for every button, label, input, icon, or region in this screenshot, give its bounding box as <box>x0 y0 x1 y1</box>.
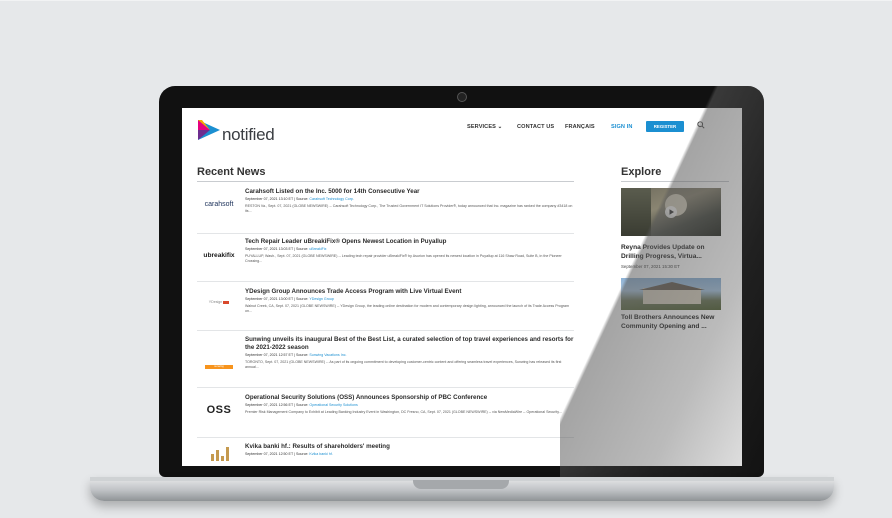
kvika-logo <box>197 447 241 466</box>
nav-sign-in[interactable]: SIGN IN <box>611 124 633 130</box>
play-icon[interactable] <box>665 206 677 218</box>
news-item[interactable]: Kvika banki hf.: Results of shareholders… <box>197 443 574 465</box>
nav-contact-us[interactable]: CONTACT US <box>517 124 554 130</box>
background <box>0 0 892 1</box>
carahsoft-logo: carahsoft <box>204 201 234 208</box>
explore-divider <box>621 181 729 182</box>
ydesign-logo: YDesign <box>197 300 241 304</box>
logo-text: notified <box>222 125 275 144</box>
news-meta: September 07, 2021 13:00 ET | Source: YD… <box>245 297 334 301</box>
chevron-down-icon: ⌄ <box>497 124 503 130</box>
news-meta: September 07, 2021 13:03 ET | Source: uB… <box>245 247 326 251</box>
news-date: September 07, 2021 13:10 ET | Source: <box>245 197 309 201</box>
search-icon[interactable] <box>697 121 705 129</box>
sunwing-logo-text: sunwing <box>205 365 233 369</box>
news-item[interactable]: sunwing Sunwing unveils its inaugural Be… <box>197 336 574 386</box>
explore-caption[interactable]: Reyna Provides Update on Drilling Progre… <box>621 243 725 261</box>
thumbnail-house <box>643 288 701 304</box>
news-source-link[interactable]: Carahsoft Technology Corp. <box>309 197 353 201</box>
explore-date: September 07, 2021 15:30 ET <box>621 264 680 269</box>
recent-news-divider <box>197 181 574 182</box>
sunwing-logo: sunwing <box>197 354 241 372</box>
news-source-link[interactable]: uBreakiFix <box>309 247 326 251</box>
explore-video-thumbnail[interactable] <box>621 188 721 236</box>
news-date: September 07, 2021 13:00 ET | Source: <box>245 297 309 301</box>
news-meta: September 07, 2021 12:50 ET | Source: Kv… <box>245 452 333 456</box>
news-source-link[interactable]: Operational Security Solutions <box>309 403 357 407</box>
register-button[interactable]: REGISTER <box>646 121 684 132</box>
news-date: September 07, 2021 12:56 ET | Source: <box>245 403 309 407</box>
news-summary: Walnut Creek, CA, Sept. 07, 2021 (GLOBE … <box>245 304 570 314</box>
news-meta: September 07, 2021 12:56 ET | Source: Op… <box>245 403 358 407</box>
news-headline[interactable]: Sunwing unveils its inaugural Best of th… <box>245 336 575 352</box>
ubreakifix-logo: ubreakifix <box>203 252 235 259</box>
news-source-link[interactable]: Kvika banki hf. <box>309 452 332 456</box>
oss-logo: OSS <box>206 404 232 416</box>
news-date: September 07, 2021 12:50 ET | Source: <box>245 452 309 456</box>
news-source-link[interactable]: Sunwing Vacations Inc. <box>309 353 346 357</box>
explore-image-thumbnail[interactable] <box>621 278 721 310</box>
news-meta: September 07, 2021 12:57 ET | Source: Su… <box>245 353 347 357</box>
news-date: September 07, 2021 13:03 ET | Source: <box>245 247 309 251</box>
news-item[interactable]: YDesign YDesign Group Announces Trade Ac… <box>197 288 574 328</box>
ydesign-logo-text: YDesign <box>208 300 223 304</box>
item-divider <box>197 387 574 388</box>
thumbnail-roof <box>639 282 705 290</box>
explore-title: Explore <box>621 166 662 178</box>
news-summary: PUYALLUP, Wash., Sept. 07, 2021 (GLOBE N… <box>245 254 562 264</box>
explore-caption[interactable]: Toll Brothers Announces New Community Op… <box>621 313 725 331</box>
site-header: notified SERVICES ⌄ CONTACT US FRANÇAIS … <box>182 108 742 150</box>
item-divider <box>197 437 574 438</box>
kvika-bars-icon <box>211 447 229 461</box>
news-item[interactable]: carahsoft Carahsoft Listed on the Inc. 5… <box>197 188 574 236</box>
news-date: September 07, 2021 12:57 ET | Source: <box>245 353 309 357</box>
laptop-opening-notch <box>413 480 509 489</box>
news-headline[interactable]: Kvika banki hf.: Results of shareholders… <box>245 443 575 451</box>
item-divider <box>197 281 574 282</box>
news-headline[interactable]: Operational Security Solutions (OSS) Ann… <box>245 394 575 402</box>
news-summary: RESTON Va., Sept. 07, 2021 (GLOBE NEWSWI… <box>245 204 573 214</box>
news-item[interactable]: ubreakifix Tech Repair Leader uBreakiFix… <box>197 238 574 278</box>
item-divider <box>197 233 574 234</box>
news-source-link[interactable]: YDesign Group <box>309 297 334 301</box>
nav-francais[interactable]: FRANÇAIS <box>565 124 595 130</box>
news-headline[interactable]: Carahsoft Listed on the Inc. 5000 for 14… <box>245 188 575 196</box>
news-summary: Premier Risk Management Company to Exhib… <box>245 410 562 414</box>
item-divider <box>197 330 574 331</box>
ydesign-mark-icon <box>223 300 230 304</box>
recent-news-title: Recent News <box>197 166 266 178</box>
nav-services[interactable]: SERVICES ⌄ <box>467 124 502 130</box>
thumbnail-scene <box>621 188 651 236</box>
laptop-screen: notified SERVICES ⌄ CONTACT US FRANÇAIS … <box>182 108 742 466</box>
notified-logo-icon <box>198 120 220 140</box>
news-meta: September 07, 2021 13:10 ET | Source: Ca… <box>245 197 354 201</box>
webcam <box>457 92 467 102</box>
news-item[interactable]: OSS Operational Security Solutions (OSS)… <box>197 394 574 434</box>
nav-services-label: SERVICES <box>467 124 496 130</box>
news-summary: TORONTO, Sept. 07, 2021 (GLOBE NEWSWIRE)… <box>245 360 562 370</box>
news-headline[interactable]: Tech Repair Leader uBreakiFix® Opens New… <box>245 238 575 246</box>
news-headline[interactable]: YDesign Group Announces Trade Access Pro… <box>245 288 575 296</box>
